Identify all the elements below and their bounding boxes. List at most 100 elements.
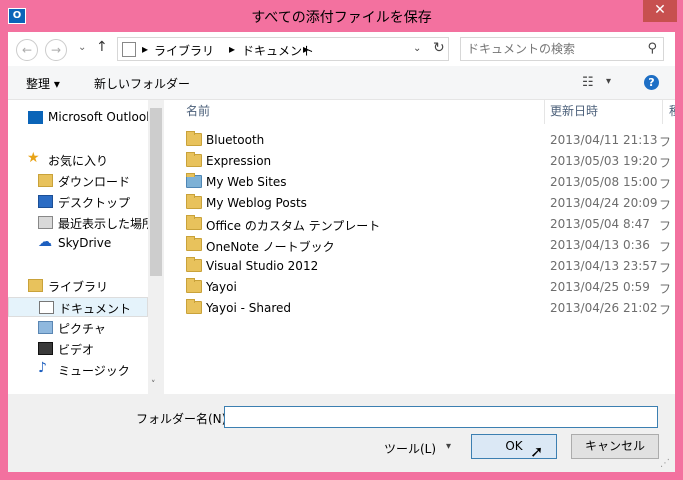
search-input[interactable] bbox=[467, 39, 637, 59]
file-name: Yayoi - Shared bbox=[206, 301, 292, 315]
folder-icon bbox=[186, 257, 202, 272]
column-header-name[interactable]: 名前 bbox=[186, 100, 210, 124]
forward-button[interactable]: → bbox=[45, 39, 67, 61]
file-list: ˄ 名前 更新日時 種 Bluetooth 2013/04/11 21:13 フ… bbox=[166, 100, 675, 394]
breadcrumb-libraries[interactable]: ライブラリ bbox=[154, 42, 214, 59]
nav-scroll-thumb[interactable] bbox=[150, 108, 162, 276]
file-date: 2013/05/04 8:47 bbox=[550, 217, 650, 231]
scroll-down-icon[interactable]: ˅ bbox=[151, 380, 156, 390]
nav-item-documents[interactable]: ドキュメント bbox=[8, 297, 148, 317]
back-button[interactable]: ← bbox=[16, 39, 38, 61]
command-bar: 整理 ▾ 新しいフォルダー ☷ ▾ ? bbox=[8, 66, 675, 100]
help-icon[interactable]: ? bbox=[644, 75, 659, 90]
new-folder-button[interactable]: 新しいフォルダー bbox=[94, 75, 190, 92]
up-button[interactable]: ↑ bbox=[96, 39, 108, 55]
column-divider[interactable] bbox=[662, 100, 663, 124]
refresh-icon[interactable]: ↻ bbox=[433, 40, 449, 58]
recent-places-icon bbox=[38, 216, 53, 229]
recent-locations-dropdown[interactable]: ⌄ bbox=[78, 42, 86, 53]
column-header-type[interactable]: 種 bbox=[669, 100, 675, 124]
file-date: 2013/05/08 15:00 bbox=[550, 175, 658, 189]
breadcrumb[interactable]: ▸ ライブラリ ▸ ドキュメント ▸ ⌄ ↻ bbox=[117, 37, 449, 61]
column-divider[interactable] bbox=[544, 100, 545, 124]
tools-dropdown-icon[interactable]: ▾ bbox=[446, 441, 451, 452]
document-library-icon bbox=[122, 42, 136, 57]
table-row[interactable]: OneNote ノートブック 2013/04/13 0:36 フ bbox=[166, 235, 675, 256]
table-row[interactable]: Yayoi 2013/04/25 0:59 フ bbox=[166, 277, 675, 298]
table-row[interactable]: Yayoi - Shared 2013/04/26 21:02 フ bbox=[166, 298, 675, 319]
nav-item-recent-places[interactable]: 最近表示した場所 bbox=[8, 213, 154, 233]
table-row[interactable]: Expression 2013/05/03 19:20 フ bbox=[166, 151, 675, 172]
nav-item-music[interactable]: ♪ ミュージック bbox=[8, 360, 148, 380]
folder-name-label: フォルダー名(N): bbox=[136, 412, 231, 426]
dialog-footer: フォルダー名(N): ツール(L) ▾ OK キャンセル ➚ ⋰ bbox=[8, 394, 675, 472]
resize-grip-icon[interactable]: ⋰ bbox=[660, 458, 670, 469]
nav-item-label: ピクチャ bbox=[58, 322, 106, 336]
folder-icon bbox=[186, 236, 202, 251]
file-type: フ bbox=[659, 282, 672, 296]
scroll-up-icon[interactable]: ˄ bbox=[151, 100, 156, 108]
search-icon[interactable]: ⚲ bbox=[647, 41, 657, 56]
breadcrumb-separator-icon[interactable]: ▸ bbox=[303, 42, 309, 56]
file-name: My Weblog Posts bbox=[206, 196, 307, 210]
file-name: Bluetooth bbox=[206, 133, 265, 147]
path-dropdown[interactable]: ⌄ bbox=[413, 43, 421, 54]
download-folder-icon bbox=[38, 174, 53, 187]
nav-item-skydrive[interactable]: ☁ SkyDrive bbox=[8, 234, 148, 254]
documents-icon bbox=[39, 301, 54, 314]
cancel-button[interactable]: キャンセル bbox=[571, 434, 659, 459]
tools-menu[interactable]: ツール(L) bbox=[384, 440, 436, 457]
file-date: 2013/05/03 19:20 bbox=[550, 154, 658, 168]
nav-item-desktop[interactable]: デスクトップ bbox=[8, 192, 148, 212]
star-icon: ★ bbox=[27, 150, 40, 166]
folder-icon bbox=[186, 299, 202, 314]
folder-icon bbox=[186, 194, 202, 209]
nav-item-favorites[interactable]: ★ お気に入り bbox=[8, 150, 148, 170]
view-dropdown-icon[interactable]: ▾ bbox=[606, 76, 611, 87]
file-type: フ bbox=[659, 240, 672, 254]
outlook-icon bbox=[28, 111, 43, 124]
pictures-icon bbox=[38, 321, 53, 334]
skydrive-icon: ☁ bbox=[38, 234, 52, 250]
breadcrumb-separator-icon[interactable]: ▸ bbox=[142, 42, 148, 56]
close-button[interactable]: ✕ bbox=[643, 0, 677, 22]
nav-item-downloads[interactable]: ダウンロード bbox=[8, 171, 148, 191]
file-name: My Web Sites bbox=[206, 175, 287, 189]
nav-item-videos[interactable]: ビデオ bbox=[8, 339, 148, 359]
organize-menu[interactable]: 整理 ▾ bbox=[26, 75, 60, 92]
folder-icon bbox=[186, 215, 202, 230]
folder-icon bbox=[186, 278, 202, 293]
view-options-icon[interactable]: ☷ bbox=[582, 75, 594, 90]
nav-item-libraries[interactable]: ライブラリ bbox=[8, 276, 148, 296]
nav-item-pictures[interactable]: ピクチャ bbox=[8, 318, 148, 338]
videos-icon bbox=[38, 342, 53, 355]
file-name: OneNote ノートブック bbox=[206, 240, 335, 254]
nav-scrollbar[interactable]: ˄ ˅ bbox=[148, 100, 164, 394]
nav-item-label: ライブラリ bbox=[48, 280, 109, 294]
breadcrumb-separator-icon[interactable]: ▸ bbox=[229, 42, 235, 56]
column-header-date[interactable]: 更新日時 bbox=[550, 100, 598, 124]
web-folder-icon bbox=[186, 173, 202, 188]
address-bar: ← → ⌄ ↑ ▸ ライブラリ ▸ ドキュメント ▸ ⌄ ↻ ⚲ bbox=[8, 32, 675, 66]
file-type: フ bbox=[659, 198, 672, 212]
nav-item-label: 最近表示した場所 bbox=[58, 217, 155, 231]
table-row[interactable]: Visual Studio 2012 2013/04/13 23:57 フ bbox=[166, 256, 675, 277]
folder-name-input[interactable] bbox=[224, 406, 658, 428]
sort-ascending-icon: ˄ bbox=[356, 100, 361, 108]
nav-item-outlook[interactable]: Microsoft Outlook bbox=[8, 108, 153, 128]
file-date: 2013/04/25 0:59 bbox=[550, 280, 650, 294]
ok-button[interactable]: OK bbox=[471, 434, 557, 459]
table-row[interactable]: Bluetooth 2013/04/11 21:13 フ bbox=[166, 130, 675, 151]
libraries-icon bbox=[28, 279, 43, 292]
file-name: Expression bbox=[206, 154, 272, 168]
search-box[interactable]: ⚲ bbox=[460, 37, 664, 61]
title-bar[interactable]: O すべての添付ファイルを保存 ✕ bbox=[0, 0, 683, 32]
mouse-cursor-icon: ➚ bbox=[530, 442, 544, 461]
folder-icon bbox=[186, 131, 202, 146]
table-row[interactable]: My Web Sites 2013/05/08 15:00 フ bbox=[166, 172, 675, 193]
file-name: Yayoi bbox=[206, 280, 237, 294]
file-type: フ bbox=[659, 135, 672, 149]
desktop-icon bbox=[38, 195, 53, 208]
table-row[interactable]: My Weblog Posts 2013/04/24 20:09 フ bbox=[166, 193, 675, 214]
table-row[interactable]: Office のカスタム テンプレート 2013/05/04 8:47 フ bbox=[166, 214, 675, 235]
